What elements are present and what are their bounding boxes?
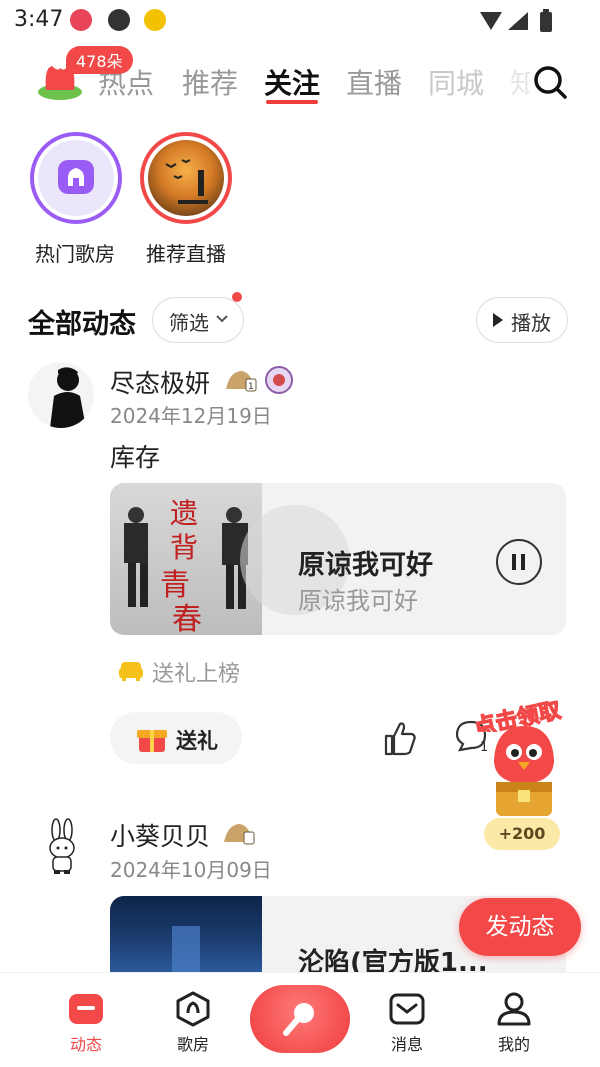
music-note-icon <box>144 9 166 31</box>
tab-live[interactable]: 直播 <box>346 62 402 102</box>
avatar-silhouette-icon <box>50 367 86 428</box>
nav-label: 动态 <box>69 1035 102 1054</box>
level-badge-icon: 1 <box>226 371 257 392</box>
avatar[interactable] <box>28 362 94 428</box>
tab-follow[interactable]: 关注 <box>264 62 320 102</box>
like-icon[interactable] <box>380 718 418 758</box>
message-icon <box>389 993 425 1025</box>
cover-text-4: 春 <box>172 602 202 635</box>
nav-item-song-room[interactable]: 歌房 <box>153 979 233 1061</box>
user-name[interactable]: 尽态极妍 <box>110 364 210 400</box>
bird-mascot-icon <box>494 720 554 816</box>
filter-red-dot <box>232 292 242 302</box>
reward-widget[interactable]: 点击领取 +200 <box>466 692 586 852</box>
avatar[interactable] <box>36 818 88 878</box>
music-card[interactable]: 遗 背 青 春 原谅我可好 原谅我可好 <box>110 483 566 635</box>
tab-local[interactable]: 同城 <box>428 62 484 102</box>
post-text: 库存 <box>110 443 161 472</box>
gift-button-label: 送礼 <box>176 729 218 753</box>
feed-title: 全部动态 <box>28 309 136 340</box>
status-bar: 3:47 <box>0 0 600 40</box>
emblem-icon <box>265 366 293 394</box>
bunny-avatar-icon <box>49 818 75 874</box>
filter-label: 筛选 <box>169 311 209 335</box>
post-date: 2024年10月09日 <box>110 858 272 882</box>
level-badge-icon <box>224 824 255 845</box>
gift-rank-link[interactable]: 送礼上榜 <box>152 656 240 688</box>
chevron-down-icon <box>216 315 228 323</box>
nav-label: 消息 <box>390 1035 423 1054</box>
search-icon[interactable] <box>532 64 568 100</box>
active-tab-indicator <box>266 100 318 104</box>
song-title: 沦陷(官方版1... <box>298 948 488 972</box>
song-room-icon <box>176 991 210 1027</box>
app-notification-icon <box>70 9 92 31</box>
nav-item-message[interactable]: 消息 <box>367 979 447 1061</box>
story-recommend-live[interactable] <box>140 132 232 224</box>
tab-knowledge[interactable]: 知 <box>510 62 530 102</box>
post-date: 2024年12月19日 <box>110 404 272 428</box>
tab-recommend[interactable]: 推荐 <box>182 62 238 102</box>
play-all-button[interactable]: 播放 <box>476 297 568 343</box>
nav-label: 我的 <box>497 1035 530 1054</box>
profile-icon <box>497 992 531 1026</box>
post-dynamic-button[interactable]: 发动态 <box>459 898 581 956</box>
microphone-icon <box>283 1003 314 1036</box>
level-number: 1 <box>248 382 254 392</box>
sofa-icon <box>119 662 143 681</box>
nav-item-profile[interactable]: 我的 <box>474 979 554 1061</box>
cover-text-1: 遗 <box>170 497 198 530</box>
user-name[interactable]: 小葵贝贝 <box>110 817 210 853</box>
play-icon <box>493 313 503 327</box>
song-title: 原谅我可好 <box>298 550 433 581</box>
globe-icon <box>108 9 130 31</box>
dynamic-icon <box>69 994 103 1024</box>
story-hot-song-room[interactable] <box>30 132 122 224</box>
filter-button[interactable]: 筛选 <box>152 297 244 343</box>
birds-icon <box>165 159 208 204</box>
song-subtitle: 原谅我可好 <box>298 587 418 615</box>
nav-label: 歌房 <box>176 1035 209 1054</box>
story-label: 推荐直播 <box>146 242 226 266</box>
nav-item-microphone[interactable] <box>250 985 350 1053</box>
bottom-nav: 动态 歌房 消息 我的 <box>0 972 600 1067</box>
nav-item-dynamic[interactable]: 动态 <box>46 979 126 1061</box>
status-time: 3:47 <box>14 7 64 32</box>
cover-text-3: 青 <box>160 568 190 603</box>
pause-button[interactable] <box>496 539 542 585</box>
signal-battery-icon <box>480 9 552 32</box>
cover-text-2: 背 <box>170 531 198 564</box>
gift-icon <box>137 730 167 752</box>
house-icon <box>58 160 94 194</box>
gift-button[interactable]: 送礼 <box>110 712 242 764</box>
play-all-label: 播放 <box>511 311 551 335</box>
reward-amount: +200 <box>484 818 560 850</box>
flower-count-badge: 478朵 <box>66 46 133 74</box>
album-cover <box>110 896 262 972</box>
pause-icon <box>512 554 525 570</box>
